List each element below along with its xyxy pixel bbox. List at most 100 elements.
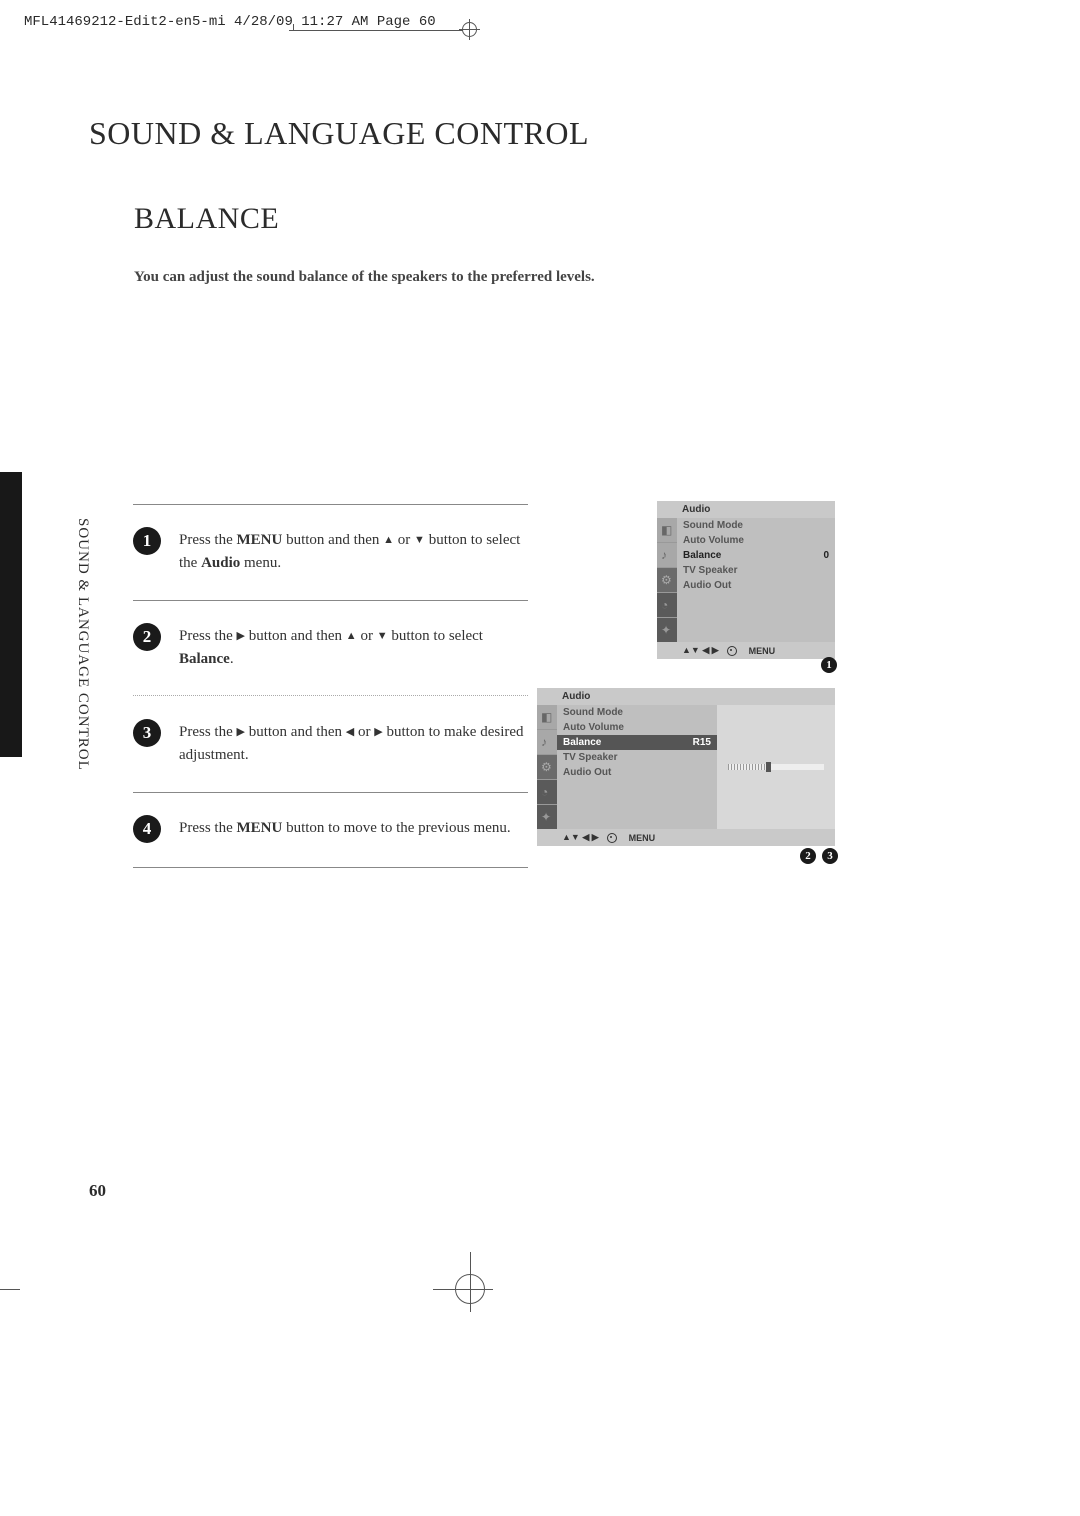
osd-icon-strip: ◧ ♪ ⚙ ◔ ✦ (537, 705, 557, 829)
osd-menu-list: Sound Mode Auto Volume BalanceR15 TV Spe… (557, 705, 717, 829)
step-number-badge: 1 (133, 527, 161, 555)
menu-label: MENU (749, 646, 776, 656)
down-arrow-icon: ▼ (377, 628, 388, 645)
text-span: or (357, 628, 377, 644)
osd-footer: ▲▼ ◀ ▶ MENU (657, 642, 835, 659)
text-span: Press the (179, 820, 237, 836)
step-text: Press the MENU button to move to the pre… (179, 817, 524, 840)
bold-span: MENU (237, 532, 283, 548)
text-span: button and then (245, 628, 346, 644)
bold-span: MENU (237, 820, 283, 836)
crop-mark (293, 24, 294, 30)
step-2: 2 Press the ▶ button and then ▲ or ▼ but… (133, 607, 633, 690)
osd-title: Audio (537, 688, 835, 705)
setup-icon: ⚙ (657, 568, 677, 593)
step-text: Press the ▶ button and then ▲ or ▼ butto… (179, 625, 524, 672)
crop-mark (0, 1289, 20, 1290)
osd-title: Audio (657, 501, 835, 518)
lock-icon: ✦ (657, 618, 677, 642)
lock-icon: ✦ (537, 805, 557, 829)
callout-badges: 2 3 (800, 848, 838, 864)
time-icon: ◔ (657, 593, 677, 618)
text-span: menu. (240, 555, 281, 571)
manual-page: MFL41469212-Edit2-en5-mi 4/28/09 11:27 A… (0, 0, 1080, 1516)
osd-icon-strip: ◧ ♪ ⚙ ◔ ✦ (657, 518, 677, 642)
right-arrow-icon: ▶ (374, 724, 382, 741)
down-arrow-icon: ▼ (414, 532, 425, 549)
step-number-badge: 2 (133, 623, 161, 651)
bold-span: Balance (179, 651, 230, 667)
up-arrow-icon: ▲ (346, 628, 357, 645)
picture-icon: ◧ (537, 705, 557, 730)
osd-item: Audio Out (677, 578, 835, 593)
callout-badge: 2 (800, 848, 816, 864)
intro-text: You can adjust the sound balance of the … (134, 269, 1009, 286)
text-span: Press the (179, 532, 237, 548)
osd-value: 0 (823, 550, 829, 561)
right-arrow-icon: ▶ (237, 724, 245, 741)
nav-arrows-icon: ▲▼ ◀ ▶ (682, 645, 719, 656)
text-span: button and then (282, 532, 383, 548)
osd-screenshot-2: Audio ◧ ♪ ⚙ ◔ ✦ Sound Mode Auto Volume B… (537, 688, 835, 846)
callout-badges: 1 (821, 657, 837, 673)
thumb-index-tab (0, 472, 22, 757)
time-icon: ◔ (537, 780, 557, 805)
enter-icon (727, 646, 737, 656)
osd-value: R15 (693, 737, 711, 748)
divider (133, 504, 528, 505)
step-number-badge: 3 (133, 719, 161, 747)
text-span: or (354, 724, 374, 740)
nav-arrows-icon: ▲▼ ◀ ▶ (562, 832, 599, 843)
page-title: BALANCE (134, 202, 1009, 236)
section-title: SOUND & LANGUAGE CONTROL (89, 115, 1009, 152)
setup-icon: ⚙ (537, 755, 557, 780)
print-header: MFL41469212-Edit2-en5-mi 4/28/09 11:27 A… (24, 14, 436, 30)
left-arrow-icon: ◀ (346, 724, 354, 741)
divider (133, 867, 528, 868)
bold-span: Audio (201, 555, 240, 571)
osd-item: TV Speaker (557, 750, 717, 765)
registration-mark-icon (462, 22, 477, 37)
osd-screenshot-1: Audio ◧ ♪ ⚙ ◔ ✦ Sound Mode Auto Volume B… (657, 501, 835, 659)
text-span: or (394, 532, 414, 548)
divider (133, 600, 528, 601)
text-span: . (230, 651, 234, 667)
osd-item: TV Speaker (677, 563, 835, 578)
osd-menu-list: Sound Mode Auto Volume Balance0 TV Speak… (677, 518, 835, 642)
text-span: Press the (179, 724, 237, 740)
text-span: Press the (179, 628, 237, 644)
callout-badge: 3 (822, 848, 838, 864)
page-content: SOUND & LANGUAGE CONTROL BALANCE You can… (89, 115, 1009, 286)
up-arrow-icon: ▲ (383, 532, 394, 549)
text-span: button to select (388, 628, 483, 644)
divider-dotted (133, 695, 528, 697)
osd-item-selected: BalanceR15 (557, 735, 717, 750)
step-1: 1 Press the MENU button and then ▲ or ▼ … (133, 511, 633, 594)
balance-slider-pane (717, 705, 835, 829)
osd-footer: ▲▼ ◀ ▶ MENU (537, 829, 835, 846)
enter-icon (607, 833, 617, 843)
step-number-badge: 4 (133, 815, 161, 843)
slider-knob-icon (766, 762, 771, 772)
text-span: button to move to the previous menu. (282, 820, 510, 836)
right-arrow-icon: ▶ (237, 628, 245, 645)
osd-item-selected: Balance0 (677, 548, 835, 563)
osd-item: Sound Mode (557, 705, 717, 720)
audio-icon: ♪ (537, 730, 557, 755)
crop-mark (289, 30, 476, 31)
text-span: button and then (245, 724, 346, 740)
osd-item: Audio Out (557, 765, 717, 780)
callout-badge: 1 (821, 657, 837, 673)
osd-item: Sound Mode (677, 518, 835, 533)
step-text: Press the MENU button and then ▲ or ▼ bu… (179, 529, 524, 576)
step-text: Press the ▶ button and then ◀ or ▶ butto… (179, 721, 524, 768)
side-section-label: SOUND & LANGUAGE CONTROL (74, 518, 91, 771)
picture-icon: ◧ (657, 518, 677, 543)
page-number: 60 (89, 1181, 106, 1201)
menu-label: MENU (629, 833, 656, 843)
balance-slider (728, 764, 824, 770)
osd-item: Auto Volume (557, 720, 717, 735)
divider (133, 792, 528, 793)
audio-icon: ♪ (657, 543, 677, 568)
osd-item: Auto Volume (677, 533, 835, 548)
